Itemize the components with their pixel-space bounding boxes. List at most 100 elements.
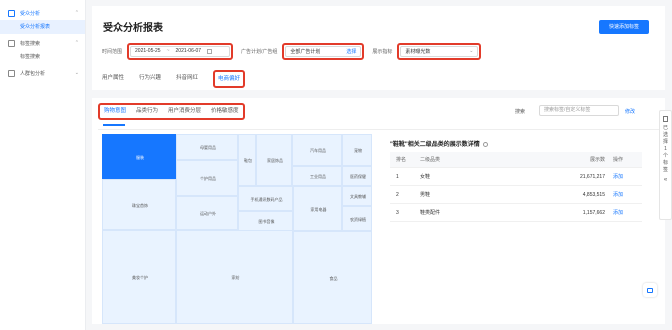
tab-interests[interactable]: 行为兴趣 bbox=[139, 72, 161, 84]
treemap-cell-label: 图书音像 bbox=[258, 219, 275, 224]
treemap-cell[interactable]: 母婴用品 bbox=[176, 134, 238, 160]
chevron-up-icon: ⌃ bbox=[74, 40, 79, 46]
row-category: 男鞋 bbox=[420, 192, 431, 198]
treemap-cell-label: 医药保健 bbox=[350, 174, 366, 179]
treemap-cell-label: 服装 bbox=[136, 154, 144, 160]
treemap-cell[interactable]: 家居饰品 bbox=[256, 134, 292, 186]
treemap-cell[interactable]: 农资绿植 bbox=[342, 206, 372, 231]
treemap-cell-label: 食品 bbox=[329, 275, 338, 281]
plan-select-link[interactable]: 选择 bbox=[346, 48, 356, 55]
treemap-cell-label: 母婴用品 bbox=[200, 145, 216, 150]
add-button[interactable]: 添加 bbox=[613, 191, 642, 198]
row-category: 女鞋 bbox=[420, 174, 431, 180]
treemap-cell[interactable]: 个护用品 bbox=[176, 160, 238, 196]
treemap-cell[interactable]: 服装 bbox=[102, 134, 176, 179]
col-impressions: 展示数 bbox=[589, 157, 605, 163]
selected-tags-panel[interactable]: 已选择1个标签 « bbox=[659, 110, 672, 220]
subtab-category-behavior[interactable]: 品类行为 bbox=[136, 106, 158, 117]
chevron-down-icon: ⌄ bbox=[469, 48, 474, 54]
nav-item-tag-search[interactable]: 标签搜索 bbox=[0, 50, 85, 64]
treemap-cell-label: 家居饰品 bbox=[267, 158, 283, 163]
subtab-price-sensitivity[interactable]: 价格敏感度 bbox=[211, 106, 239, 117]
treemap-cell[interactable]: 医药保健 bbox=[342, 166, 372, 186]
treemap-cell[interactable]: 手机通讯数码产品 bbox=[238, 186, 293, 211]
treemap-cell-label: 宠物 bbox=[354, 148, 362, 153]
metric-value: 素材曝光数 bbox=[405, 48, 431, 55]
treemap-cell[interactable]: 家用电器 bbox=[293, 186, 342, 231]
table-header: 排名 二级品类 展示数 操作 bbox=[390, 152, 642, 168]
tab-ecommerce-preference[interactable]: 电商偏好 bbox=[216, 73, 242, 85]
treemap-cell[interactable]: 美妆个护 bbox=[102, 230, 176, 324]
selected-tags-count: 已选择1个标签 bbox=[662, 125, 668, 173]
date-separator: ~ bbox=[166, 48, 170, 54]
nav-group-label: 人群包分析 bbox=[20, 70, 46, 77]
users-icon bbox=[8, 69, 15, 77]
checklist-icon bbox=[663, 116, 668, 122]
date-start: 2021-05-25 bbox=[135, 48, 161, 54]
collapse-icon[interactable]: « bbox=[664, 177, 667, 183]
metric-select[interactable]: 素材曝光数 ⌄ bbox=[400, 45, 479, 57]
category-treemap: 服装 母婴用品个护用品运动户外 鞋包 家居饰品手机通讯数码产品图书音像 汽车用品 宠物工业… bbox=[102, 134, 372, 324]
row-rank: 2 bbox=[396, 191, 399, 198]
add-button[interactable]: 添加 bbox=[613, 209, 642, 216]
tag-search-input[interactable]: 搜索标签/自定义标签 bbox=[539, 105, 619, 116]
nav-group-audience[interactable]: 受众分析 ⌃ bbox=[0, 6, 85, 20]
treemap-cell[interactable]: 运动户外 bbox=[176, 196, 238, 230]
modify-link[interactable]: 修改 bbox=[625, 108, 635, 115]
tab-douyin-influencers[interactable]: 抖音网红 bbox=[176, 72, 198, 84]
plan-highlight: 全部广告计划 选择 bbox=[282, 42, 365, 60]
col-category: 二级品类 bbox=[420, 157, 441, 163]
active-tab-highlight: 电商偏好 bbox=[213, 70, 246, 88]
chat-icon bbox=[647, 287, 653, 293]
tab-user-attributes[interactable]: 用户属性 bbox=[102, 72, 124, 84]
sub-tabs: 购物意图 品类行为 用户消费分层 价格敏感度 bbox=[98, 103, 245, 120]
tag-icon bbox=[8, 39, 15, 47]
detail-title: "鞋靴"相关二级品类的展示数详情 bbox=[390, 139, 488, 148]
treemap-cell[interactable]: 图书音像 bbox=[238, 211, 293, 231]
treemap-cell-label: 工业用品 bbox=[310, 174, 326, 179]
treemap-cell-label: 美妆个护 bbox=[132, 275, 148, 280]
treemap-cell-label: 运动户外 bbox=[200, 211, 216, 216]
chart-icon bbox=[8, 9, 15, 17]
calendar-icon bbox=[207, 48, 213, 54]
search-label: 搜索 bbox=[515, 109, 526, 115]
nav-group-label: 受众分析 bbox=[20, 10, 41, 17]
treemap-cell-label: 家用电器 bbox=[310, 206, 327, 212]
treemap-cell[interactable]: 汽车用品 bbox=[292, 134, 342, 166]
chat-button[interactable] bbox=[643, 283, 657, 297]
detail-title-text: "鞋靴"相关二级品类的展示数详情 bbox=[390, 142, 480, 148]
treemap-cell[interactable]: 宠物 bbox=[342, 134, 372, 166]
chevron-down-icon: ⌄ bbox=[74, 70, 79, 76]
add-button[interactable]: 添加 bbox=[613, 173, 642, 180]
treemap-cell-label: 农资绿植 bbox=[350, 216, 366, 222]
subtab-shopping-intent[interactable]: 购物意图 bbox=[104, 106, 126, 117]
row-impressions: 21,671,217 bbox=[579, 173, 605, 180]
treemap-cell[interactable]: 工业用品 bbox=[292, 166, 342, 186]
info-icon[interactable] bbox=[482, 141, 488, 147]
main-tabs: 用户属性 行为兴趣 抖音网红 电商偏好 bbox=[102, 70, 246, 88]
subtab-consumption-tier[interactable]: 用户消费分层 bbox=[168, 106, 201, 117]
row-impressions: 4,853,515 bbox=[582, 191, 605, 198]
page-title: 受众分析报表 bbox=[103, 23, 163, 34]
quick-add-tag-button[interactable]: 快速添加标签 bbox=[599, 20, 649, 34]
row-rank: 1 bbox=[396, 173, 399, 180]
treemap-cell-label: 家纺 bbox=[231, 275, 240, 280]
row-rank: 3 bbox=[396, 209, 399, 216]
plan-selector[interactable]: 全部广告计划 选择 bbox=[285, 45, 362, 57]
row-impressions: 1,157,662 bbox=[582, 209, 605, 216]
nav-item-audience-report[interactable]: 受众分析报表 bbox=[0, 20, 85, 34]
nav-group-tag-search[interactable]: 标签搜索 ⌃ bbox=[0, 36, 85, 50]
time-range-label: 时间范围 bbox=[102, 48, 123, 55]
treemap-cell[interactable]: 食品 bbox=[293, 231, 372, 324]
plan-value: 全部广告计划 bbox=[290, 48, 321, 55]
treemap-cell-label: 汽车用品 bbox=[310, 148, 326, 153]
treemap-cell[interactable]: 文具教辅 bbox=[342, 186, 372, 206]
treemap-cell[interactable]: 家纺 bbox=[176, 230, 293, 324]
treemap-cell[interactable]: 鞋包 bbox=[238, 134, 256, 186]
treemap-cell[interactable]: 珠宝首饰 bbox=[102, 179, 176, 230]
main-panel: 受众分析报表 快速添加标签 时间范围 2021-05-25 ~ 2021-06-… bbox=[92, 6, 665, 324]
table-row: 2 男鞋 4,853,515 添加 bbox=[390, 186, 642, 204]
detail-table: 排名 二级品类 展示数 操作 1 女鞋 21,671,217 添加 2 男鞋 4… bbox=[390, 152, 642, 222]
date-range-picker[interactable]: 2021-05-25 ~ 2021-06-07 bbox=[130, 45, 231, 57]
nav-group-crowd-pack[interactable]: 人群包分析 ⌄ bbox=[0, 66, 85, 80]
